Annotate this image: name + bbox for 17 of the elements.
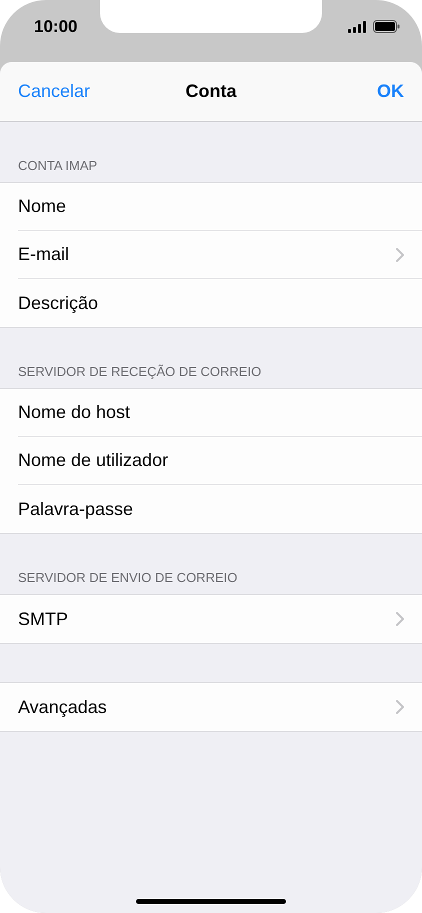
battery-icon — [373, 20, 400, 33]
settings-row[interactable]: E-mail — [18, 231, 422, 279]
cancel-button[interactable]: Cancelar — [18, 81, 90, 102]
status-time: 10:00 — [34, 17, 78, 37]
settings-row[interactable]: SMTP — [18, 595, 422, 643]
section-header: SERVIDOR DE ENVIO DE CORREIO — [18, 570, 238, 585]
nav-title: Conta — [186, 81, 236, 102]
settings-row[interactable]: Descrição — [18, 279, 422, 327]
section-header: SERVIDOR DE RECEÇÃO DE CORREIO — [18, 364, 262, 379]
settings-row[interactable]: Nome de utilizador — [18, 437, 422, 485]
settings-row[interactable]: Avançadas — [18, 683, 422, 731]
ok-button[interactable]: OK — [377, 81, 404, 102]
settings-row[interactable]: Nome — [18, 183, 422, 231]
settings-row[interactable]: Nome do host — [18, 389, 422, 437]
section-header: CONTA IMAP — [18, 158, 98, 173]
settings-row[interactable]: Palavra-passe — [18, 485, 422, 533]
signal-icon — [348, 20, 367, 32]
